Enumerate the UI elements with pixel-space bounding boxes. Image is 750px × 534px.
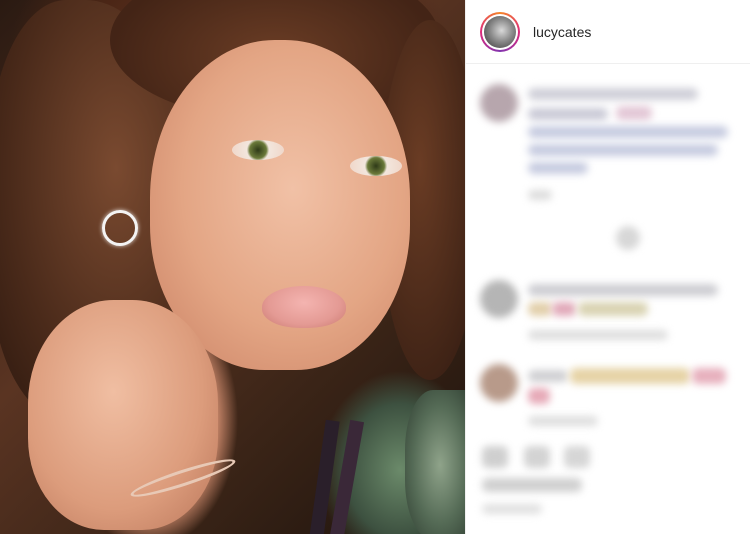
photo-eye-right (350, 156, 402, 176)
comment-text-blur (570, 368, 690, 384)
photo-earring (102, 210, 138, 246)
comment-text-blur (528, 108, 608, 120)
blurred-comments (466, 64, 750, 534)
post-side-panel: lucycates (465, 0, 750, 534)
like-icon (482, 446, 508, 468)
comment-avatar (480, 280, 518, 318)
comment-text-blur (616, 106, 652, 120)
profile-avatar[interactable] (480, 11, 520, 52)
post-header: lucycates (466, 0, 750, 64)
comment-avatar (480, 84, 518, 122)
comment-text-blur (528, 284, 718, 296)
load-more-blur (616, 226, 640, 250)
comment-text-blur (528, 370, 568, 382)
comment-text-blur (528, 88, 698, 100)
photo-hand (28, 300, 218, 530)
username-link[interactable]: lucycates (533, 24, 591, 40)
photo-tattoo (405, 390, 465, 534)
photo-eye-left (232, 140, 284, 160)
comment-text-blur (528, 144, 718, 156)
comment-text-blur (528, 162, 588, 174)
comment-meta-blur (528, 416, 598, 426)
comment-text-blur (528, 302, 552, 316)
comment-icon (524, 446, 550, 468)
comment-text-blur (552, 302, 576, 316)
comment-meta-blur (528, 190, 552, 200)
avatar-image (484, 15, 516, 48)
comment-meta-blur (528, 330, 668, 340)
comment-text-blur (578, 302, 648, 316)
comment-avatar (480, 364, 518, 402)
post-photo[interactable] (0, 0, 465, 534)
comment-text-blur (528, 126, 728, 138)
likes-count-blur (482, 478, 582, 492)
post-date-blur (482, 504, 542, 514)
share-icon (564, 446, 590, 468)
photo-lips (262, 286, 346, 328)
comment-text-blur (692, 368, 726, 384)
comment-text-blur (528, 388, 550, 404)
